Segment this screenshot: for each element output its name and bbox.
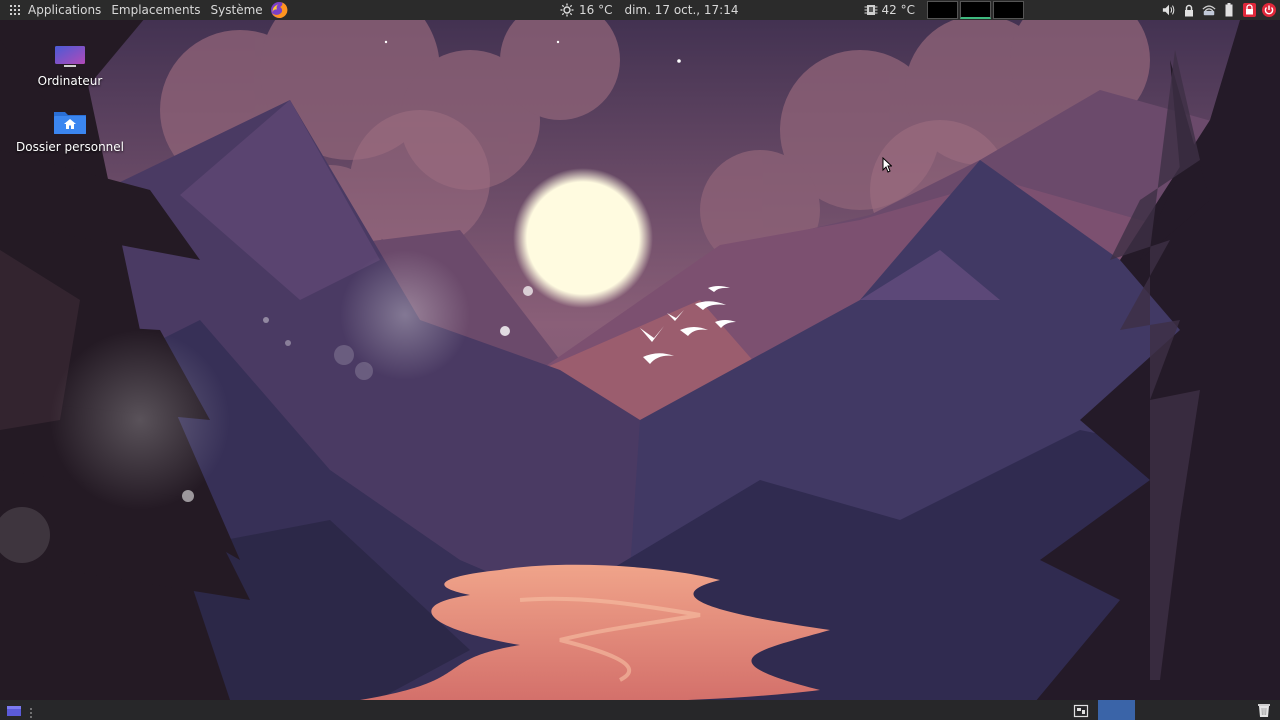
desktop-icon-home-label: Dossier personnel <box>15 140 124 154</box>
panel-right: 42 °C <box>864 0 1280 20</box>
desktop-icon-computer[interactable]: Ordinateur <box>10 44 130 88</box>
places-menu-label: Emplacements <box>111 3 201 17</box>
top-panel: Applications Emplacements Système 16 °C … <box>0 0 1280 20</box>
lock-tray[interactable] <box>1182 2 1196 18</box>
workspace-switcher <box>925 1 1024 19</box>
power-icon <box>1262 3 1276 17</box>
desktop-icon-home[interactable]: Dossier personnel <box>10 108 130 154</box>
workspace-overview-icon <box>1073 704 1089 718</box>
sun-weather-icon <box>560 3 574 17</box>
home-folder-icon <box>54 112 86 134</box>
system-menu-label: Système <box>210 3 263 17</box>
workspace-overview-button[interactable] <box>1073 703 1089 718</box>
volume-icon <box>1162 4 1175 16</box>
workspace-3[interactable] <box>993 1 1024 19</box>
cpu-icon <box>864 5 878 15</box>
desktop-icon-computer-label: Ordinateur <box>37 74 103 88</box>
battery-tray[interactable] <box>1222 2 1236 18</box>
network-tray[interactable] <box>1202 2 1216 18</box>
volume-tray[interactable] <box>1162 2 1176 18</box>
workspace-2[interactable] <box>960 1 991 19</box>
firefox-icon <box>270 1 288 18</box>
cpu-temperature: 42 °C <box>881 3 915 17</box>
power-tray[interactable] <box>1262 2 1276 18</box>
show-desktop-icon <box>7 706 21 716</box>
datetime: dim. 17 oct., 17:14 <box>624 3 739 17</box>
apps-grid-icon <box>10 5 20 15</box>
taskbar-workspace-active[interactable] <box>1098 700 1135 720</box>
mouse-cursor <box>882 157 892 173</box>
applications-menu-label: Applications <box>28 3 102 17</box>
show-desktop-button[interactable] <box>6 703 22 717</box>
bottom-panel <box>0 700 1280 720</box>
network-icon <box>1202 5 1216 16</box>
drag-handle-icon <box>30 708 32 718</box>
places-menu[interactable]: Emplacements <box>106 0 205 20</box>
trash-button[interactable] <box>1256 702 1272 718</box>
clock-area[interactable]: 16 °C dim. 17 oct., 17:14 <box>560 0 739 20</box>
wallpaper <box>0 0 1280 720</box>
battery-icon <box>1225 3 1233 17</box>
panel-handle[interactable] <box>30 704 32 718</box>
system-menu[interactable]: Système <box>206 0 268 20</box>
weather-temperature: 16 °C <box>579 3 613 17</box>
desktop[interactable]: Applications Emplacements Système 16 °C … <box>0 0 1280 720</box>
padlock-icon <box>1185 4 1193 16</box>
firefox-launcher[interactable] <box>268 0 290 20</box>
applications-menu[interactable]: Applications <box>0 0 106 20</box>
workspace-1[interactable] <box>927 1 958 19</box>
lock-screen-tray[interactable] <box>1242 2 1256 18</box>
trash-icon <box>1258 704 1270 717</box>
computer-icon <box>55 46 85 67</box>
lock-screen-icon <box>1242 3 1256 17</box>
